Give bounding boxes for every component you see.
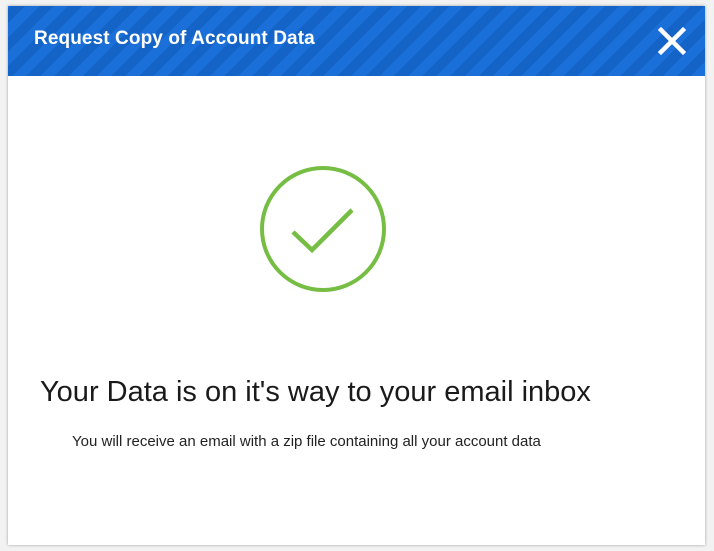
checkmark-circle-icon: [260, 166, 386, 292]
request-data-dialog: Request Copy of Account Data Your Data i…: [8, 6, 705, 545]
success-message: You will receive an email with a zip fil…: [72, 433, 541, 450]
dialog-header: Request Copy of Account Data: [8, 6, 705, 76]
dialog-title: Request Copy of Account Data: [34, 28, 315, 49]
close-icon: [657, 26, 687, 56]
success-headline: Your Data is on it's way to your email i…: [40, 376, 591, 408]
close-button[interactable]: [655, 24, 689, 58]
success-status: [258, 164, 388, 294]
